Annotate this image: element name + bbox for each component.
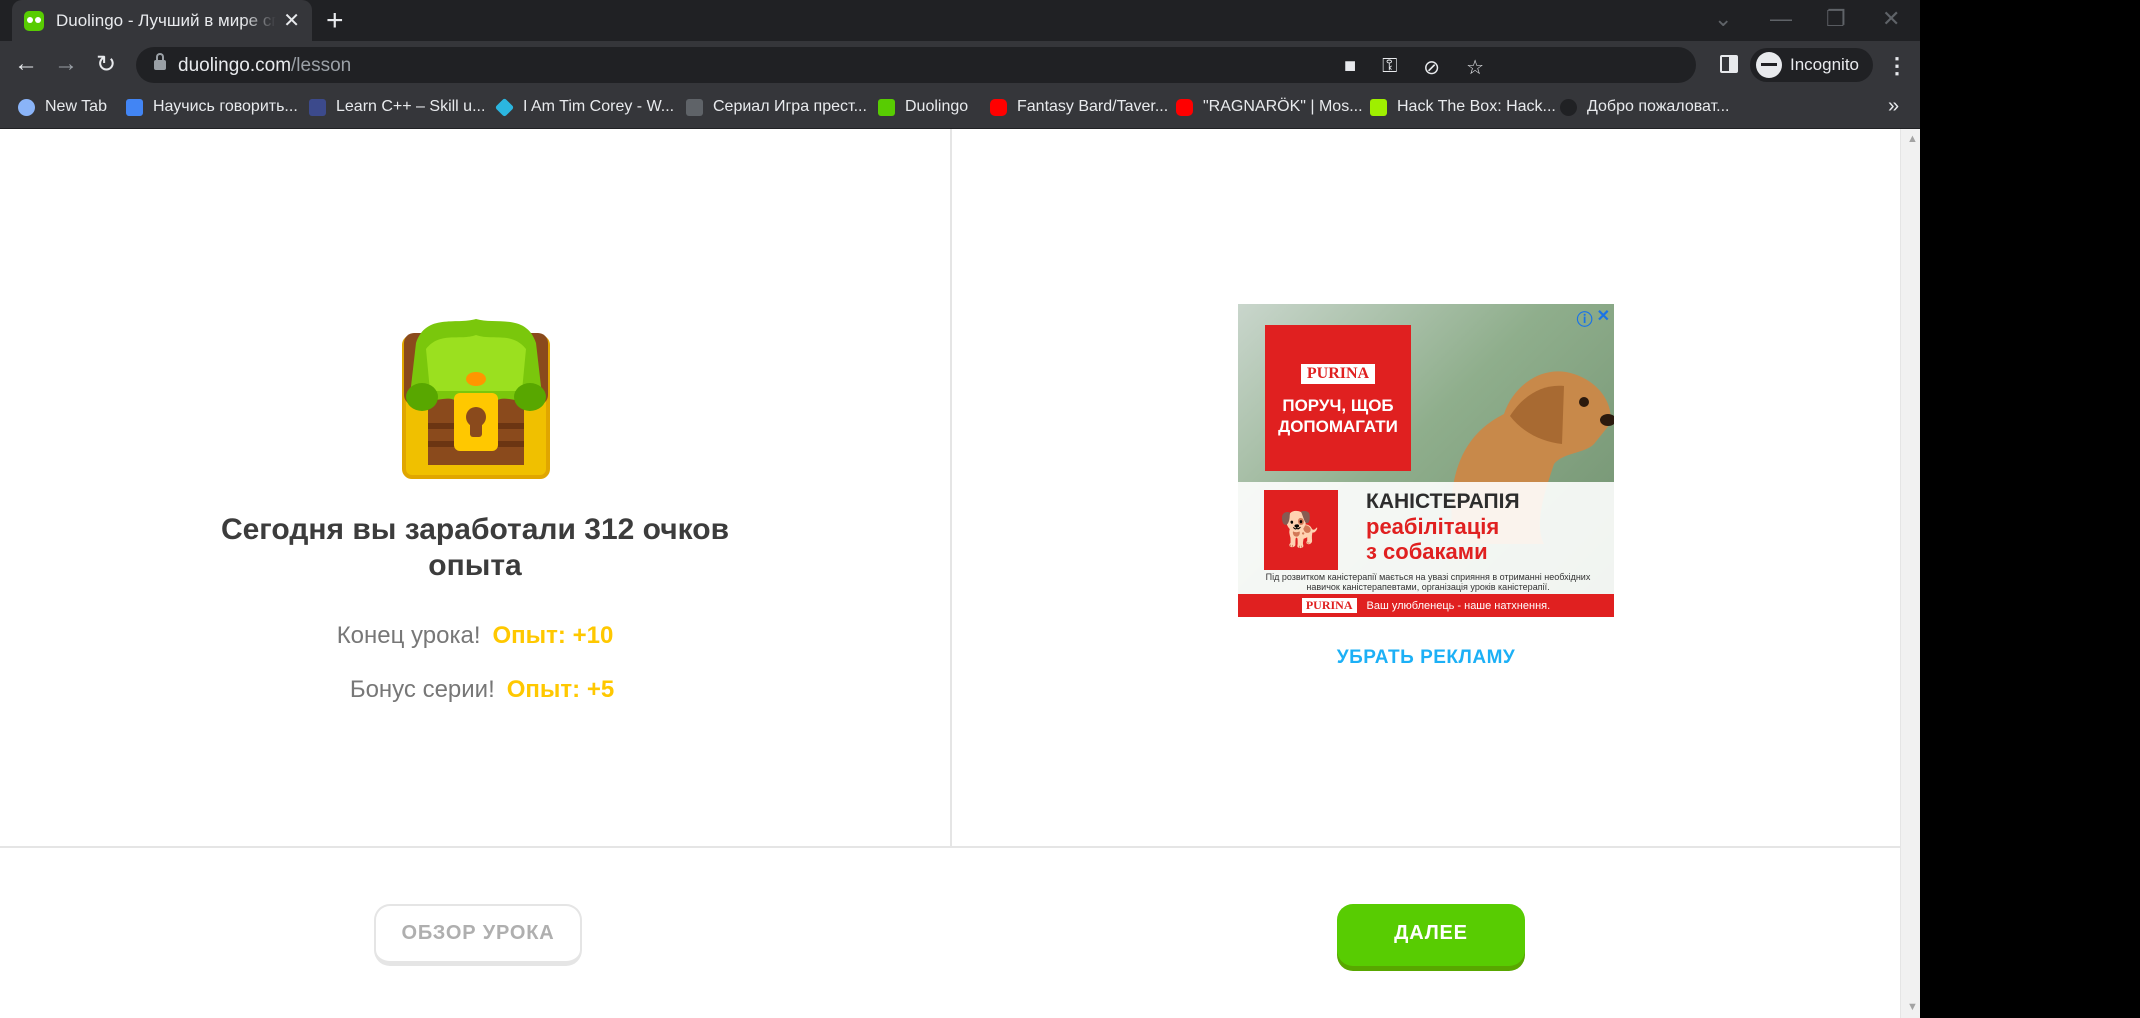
reload-icon[interactable]: ↻ xyxy=(96,50,116,79)
browser-window: Duolingo - Лучший в мире способ изучения… xyxy=(0,0,1920,1018)
purina-advertisement[interactable]: ⓘ ✕ PURINA ПОРУЧ, ЩОБ ДОПОМАГАТИ 🐕 КАНІС… xyxy=(1238,304,1614,617)
ad-footer-slogan: Ваш улюбленець - наше натхнення. xyxy=(1366,599,1551,612)
address-bar[interactable]: duolingo.com/lesson ■ ⚿ ⊘ ☆ xyxy=(136,47,1696,83)
forward-arrow-icon[interactable]: → xyxy=(54,50,78,78)
tab-strip: Duolingo - Лучший в мире способ изучения… xyxy=(0,0,1920,41)
review-lesson-button[interactable]: ОБЗОР УРОКА xyxy=(374,904,582,966)
camera-off-icon[interactable]: ■ xyxy=(1344,55,1356,80)
bookmark-favicon-icon xyxy=(126,98,143,116)
tab-title: Duolingo - Лучший в мире способ изучения… xyxy=(56,10,276,30)
page-scrollbar[interactable]: ▲ ▼ xyxy=(1900,129,1920,1018)
key-icon[interactable]: ⚿ xyxy=(1382,55,1397,80)
bookmark-item[interactable]: Duolingo xyxy=(878,98,968,116)
bookmark-favicon-icon xyxy=(1560,98,1577,116)
toolbar: ← → ↻ duolingo.com/lesson ■ ⚿ ⊘ ☆ Incogn… xyxy=(0,41,1920,89)
bookmark-item[interactable]: New Tab xyxy=(18,98,107,116)
duolingo-favicon-icon xyxy=(24,10,44,31)
xp-row-streak-bonus: Бонус серии! Опыт: +5 xyxy=(0,676,950,704)
xp-row-lesson-end: Конец урока! Опыт: +10 xyxy=(0,622,950,650)
bookmark-item[interactable]: Добро пожаловат... xyxy=(1560,98,1729,116)
ad-title: КАНІСТЕРАПІЯ xyxy=(1366,490,1520,513)
youtube-icon xyxy=(990,98,1007,116)
tab-search-icon[interactable]: ⌄ xyxy=(1714,6,1732,32)
duolingo-favicon-icon xyxy=(878,98,895,116)
dog-care-icon: 🐕 xyxy=(1264,490,1338,570)
bookmark-item[interactable]: Fantasy Bard/Taver... xyxy=(990,98,1168,116)
ad-fine-print: Під розвитком каністерапії мається на ув… xyxy=(1265,572,1591,592)
hackthebox-icon xyxy=(1370,98,1387,116)
ad-brand-box: PURINA ПОРУЧ, ЩОБ ДОПОМАГАТИ xyxy=(1265,325,1411,471)
column-divider xyxy=(950,129,952,846)
lesson-complete-page: Сегодня вы заработали 312 очков опыта Ко… xyxy=(0,129,1900,1018)
xp-row-label: Конец урока! xyxy=(336,622,481,649)
window-close-icon[interactable]: ✕ xyxy=(1882,6,1900,32)
address-bar-actions: ■ ⚿ ⊘ ☆ xyxy=(1344,55,1484,80)
purina-logo-small: PURINA xyxy=(1301,598,1357,613)
bookmark-item[interactable]: Hack The Box: Hack... xyxy=(1370,98,1556,116)
side-panel-icon[interactable] xyxy=(1720,55,1738,73)
ad-subtitle: реабілітація з собаками xyxy=(1366,514,1500,564)
bookmark-favicon-icon xyxy=(686,98,703,116)
profile-label: Incognito xyxy=(1790,55,1859,74)
remove-ads-link[interactable]: УБРАТЬ РЕКЛАМУ xyxy=(1238,647,1614,669)
continue-button[interactable]: ДАЛЕЕ xyxy=(1337,904,1525,966)
eye-off-icon[interactable]: ⊘ xyxy=(1423,55,1440,80)
bookmark-favicon-icon xyxy=(494,97,515,117)
incognito-profile-button[interactable]: Incognito xyxy=(1750,48,1873,82)
back-arrow-icon[interactable]: ← xyxy=(14,50,38,78)
xp-row-value: Опыт: +5 xyxy=(506,676,615,703)
bookmark-item[interactable]: I Am Tim Corey - W... xyxy=(494,97,674,117)
ad-footer: PURINA Ваш улюбленець - наше натхнення. xyxy=(1238,594,1614,617)
lock-icon[interactable] xyxy=(154,53,166,71)
xp-row-label: Бонус серии! xyxy=(349,676,495,703)
maximize-icon[interactable]: ❐ xyxy=(1826,6,1846,32)
bookmarks-bar: New Tab Научись говорить... Learn C++ – … xyxy=(0,89,1920,129)
ad-slogan: ПОРУЧ, ЩОБ ДОПОМАГАТИ xyxy=(1278,396,1398,436)
youtube-icon xyxy=(1176,98,1193,116)
scroll-down-icon[interactable]: ▼ xyxy=(1907,1001,1918,1013)
bookmark-item[interactable]: "RAGNARÖK" | Mos... xyxy=(1176,98,1363,116)
new-tab-button[interactable]: + xyxy=(326,6,344,36)
kebab-menu-icon[interactable]: ⋮ xyxy=(1886,53,1908,79)
footer-divider xyxy=(0,846,1900,848)
incognito-icon xyxy=(1756,52,1782,78)
purina-logo: PURINA xyxy=(1299,363,1377,385)
bookmark-item[interactable]: Learn C++ – Skill u... xyxy=(309,98,485,116)
tab-duolingo[interactable]: Duolingo - Лучший в мире способ изучения… xyxy=(12,0,312,41)
xp-headline: Сегодня вы заработали 312 очков опыта xyxy=(220,513,730,582)
bookmark-favicon-icon xyxy=(309,98,326,116)
scroll-up-icon[interactable]: ▲ xyxy=(1907,133,1918,145)
bookmark-item[interactable]: Научись говорить... xyxy=(126,98,298,116)
tab-close-icon[interactable]: ✕ xyxy=(283,8,300,33)
globe-icon xyxy=(18,98,35,116)
adchoices-icon[interactable]: ⓘ xyxy=(1577,306,1593,330)
treasure-chest-icon xyxy=(402,319,550,479)
bookmark-item[interactable]: Сериал Игра прест... xyxy=(686,98,867,116)
xp-row-value: Опыт: +10 xyxy=(492,622,614,649)
url-text[interactable]: duolingo.com/lesson xyxy=(178,55,351,77)
ad-controls: ⓘ ✕ xyxy=(1577,306,1610,330)
ad-close-icon[interactable]: ✕ xyxy=(1597,306,1610,330)
bookmarks-overflow-button[interactable]: » xyxy=(1888,95,1899,118)
star-icon[interactable]: ☆ xyxy=(1466,55,1484,80)
minimize-icon[interactable]: — xyxy=(1770,6,1792,32)
